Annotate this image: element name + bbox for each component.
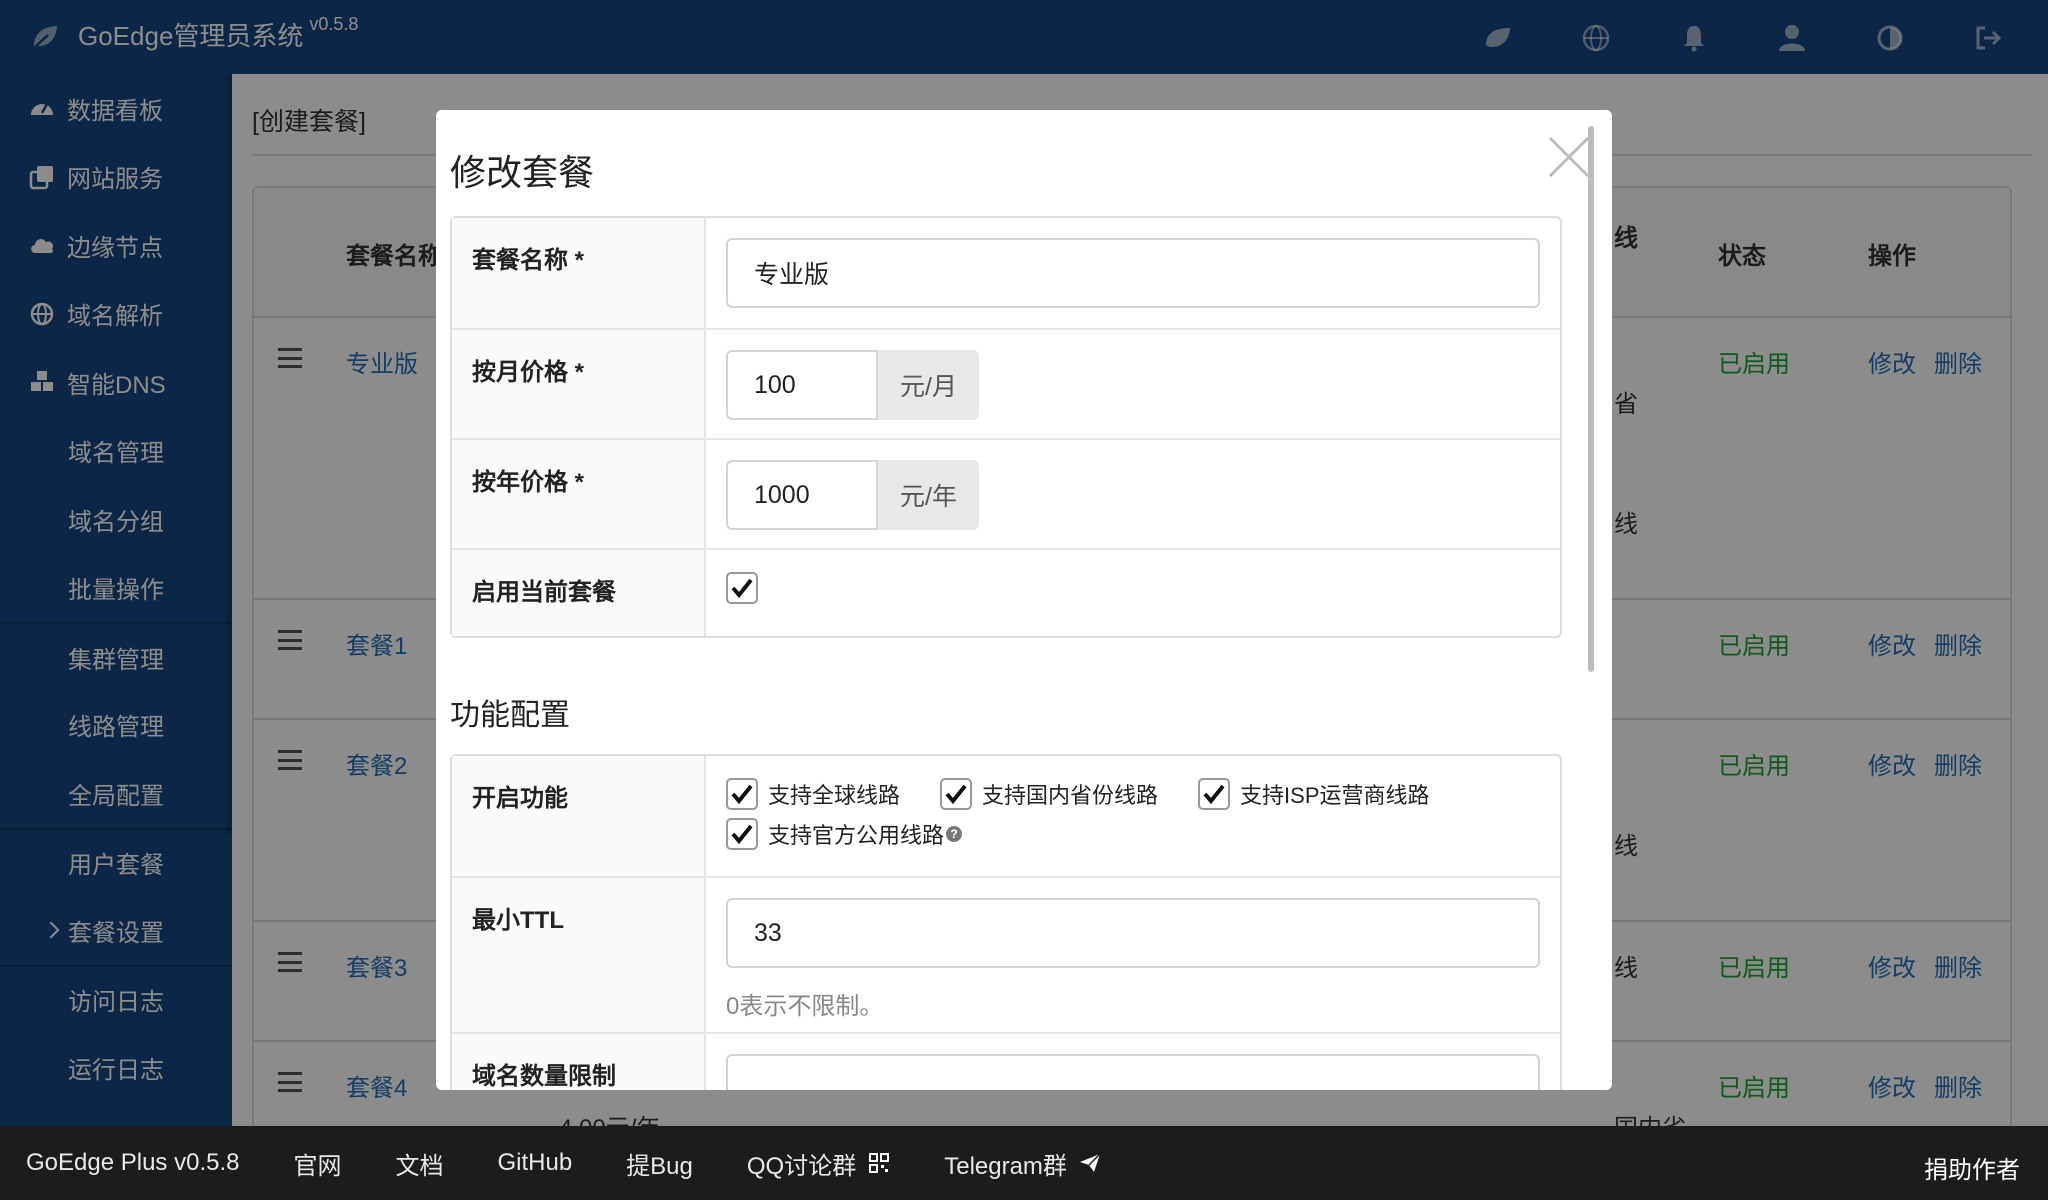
footer-telegram-label: Telegram群 <box>944 1152 1067 1180</box>
check-icon <box>731 784 753 805</box>
option-label: 支持ISP运营商线路 <box>1240 783 1430 808</box>
form-row-enabled: 启用当前套餐 <box>452 550 1560 636</box>
yearly-price-input[interactable]: 1000 <box>726 460 878 530</box>
feature-option-public[interactable]: 支持官方公用线路? <box>726 818 963 850</box>
checkbox[interactable] <box>726 778 758 810</box>
qrcode-icon <box>869 1153 890 1173</box>
feature-option-global[interactable]: 支持全球线路 <box>726 778 900 810</box>
footer-link-qq[interactable]: QQ讨论群 <box>747 1146 890 1181</box>
option-label: 支持全球线路 <box>768 783 901 808</box>
footer-link-official[interactable]: 官网 <box>293 1146 341 1181</box>
check-icon <box>1203 784 1225 805</box>
form-row-min-ttl: 最小TTL 33 0表示不限制。 <box>452 878 1560 1034</box>
close-icon[interactable] <box>1546 134 1592 180</box>
option-label: 支持国内省份线路 <box>982 783 1159 808</box>
footer-link-telegram[interactable]: Telegram群 <box>944 1146 1101 1181</box>
field-label: 开启功能 <box>452 756 706 876</box>
yearly-unit-label: 元/年 <box>878 460 979 530</box>
field-label: 域名数量限制 <box>452 1034 706 1090</box>
form-row-yearly: 按年价格 * 1000 元/年 <box>452 440 1560 550</box>
footer-qq-label: QQ讨论群 <box>746 1152 857 1180</box>
footer-link-bug[interactable]: 提Bug <box>626 1146 693 1181</box>
help-text: 0表示不限制。 <box>726 993 884 1020</box>
field-label: 最小TTL <box>452 878 706 1032</box>
enabled-checkbox[interactable] <box>726 572 758 604</box>
checkbox[interactable] <box>726 818 758 850</box>
footer-link-github[interactable]: GitHub <box>497 1149 572 1177</box>
plan-name-input[interactable]: 专业版 <box>726 238 1540 308</box>
field-label: 按年价格 * <box>452 440 706 548</box>
min-ttl-input[interactable]: 33 <box>726 898 1540 968</box>
checkbox[interactable] <box>1198 778 1231 810</box>
basic-form: 套餐名称 * 专业版 按月价格 * 100 元/月 按年价格 * 1000 元/… <box>450 216 1562 638</box>
modal-title: 修改套餐 <box>450 152 595 193</box>
monthly-unit-label: 元/月 <box>878 350 979 420</box>
feature-option-province[interactable]: 支持国内省份线路 <box>940 778 1158 810</box>
field-label: 套餐名称 * <box>452 218 706 328</box>
question-icon[interactable]: ? <box>946 826 963 842</box>
domain-limit-input[interactable] <box>726 1054 1540 1090</box>
footer-version: GoEdge Plus v0.5.8 <box>26 1149 240 1176</box>
feature-form: 开启功能 支持全球线路 支持国内省份线路 支持ISP运营商线路 支持官方公用线路… <box>450 754 1562 1090</box>
form-row-name: 套餐名称 * 专业版 <box>452 218 1560 330</box>
section-title: 功能配置 <box>450 699 570 732</box>
field-label: 按月价格 * <box>452 330 706 438</box>
footer: GoEdge Plus v0.5.8 官网 文档 GitHub 提Bug QQ讨… <box>0 1126 2048 1200</box>
checkbox[interactable] <box>940 778 973 810</box>
footer-link-docs[interactable]: 文档 <box>395 1146 443 1181</box>
form-row-features: 开启功能 支持全球线路 支持国内省份线路 支持ISP运营商线路 支持官方公用线路… <box>452 756 1560 878</box>
check-icon <box>945 784 967 805</box>
form-row-monthly: 按月价格 * 100 元/月 <box>452 330 1560 440</box>
feature-option-isp[interactable]: 支持ISP运营商线路 <box>1198 778 1430 810</box>
form-row-domain-limit: 域名数量限制 <box>452 1034 1560 1090</box>
edit-plan-modal: 修改套餐 套餐名称 * 专业版 按月价格 * 100 元/月 按年价格 * 10… <box>436 110 1612 1090</box>
modal-scrollbar[interactable] <box>1588 126 1594 672</box>
field-label: 启用当前套餐 <box>452 550 706 636</box>
option-label: 支持官方公用线路 <box>768 823 945 848</box>
footer-donate[interactable]: 捐助作者 <box>1924 1150 2020 1185</box>
check-icon <box>731 824 753 845</box>
paper-plane-icon <box>1079 1153 1101 1172</box>
check-icon <box>731 578 753 599</box>
monthly-price-input[interactable]: 100 <box>726 350 878 420</box>
